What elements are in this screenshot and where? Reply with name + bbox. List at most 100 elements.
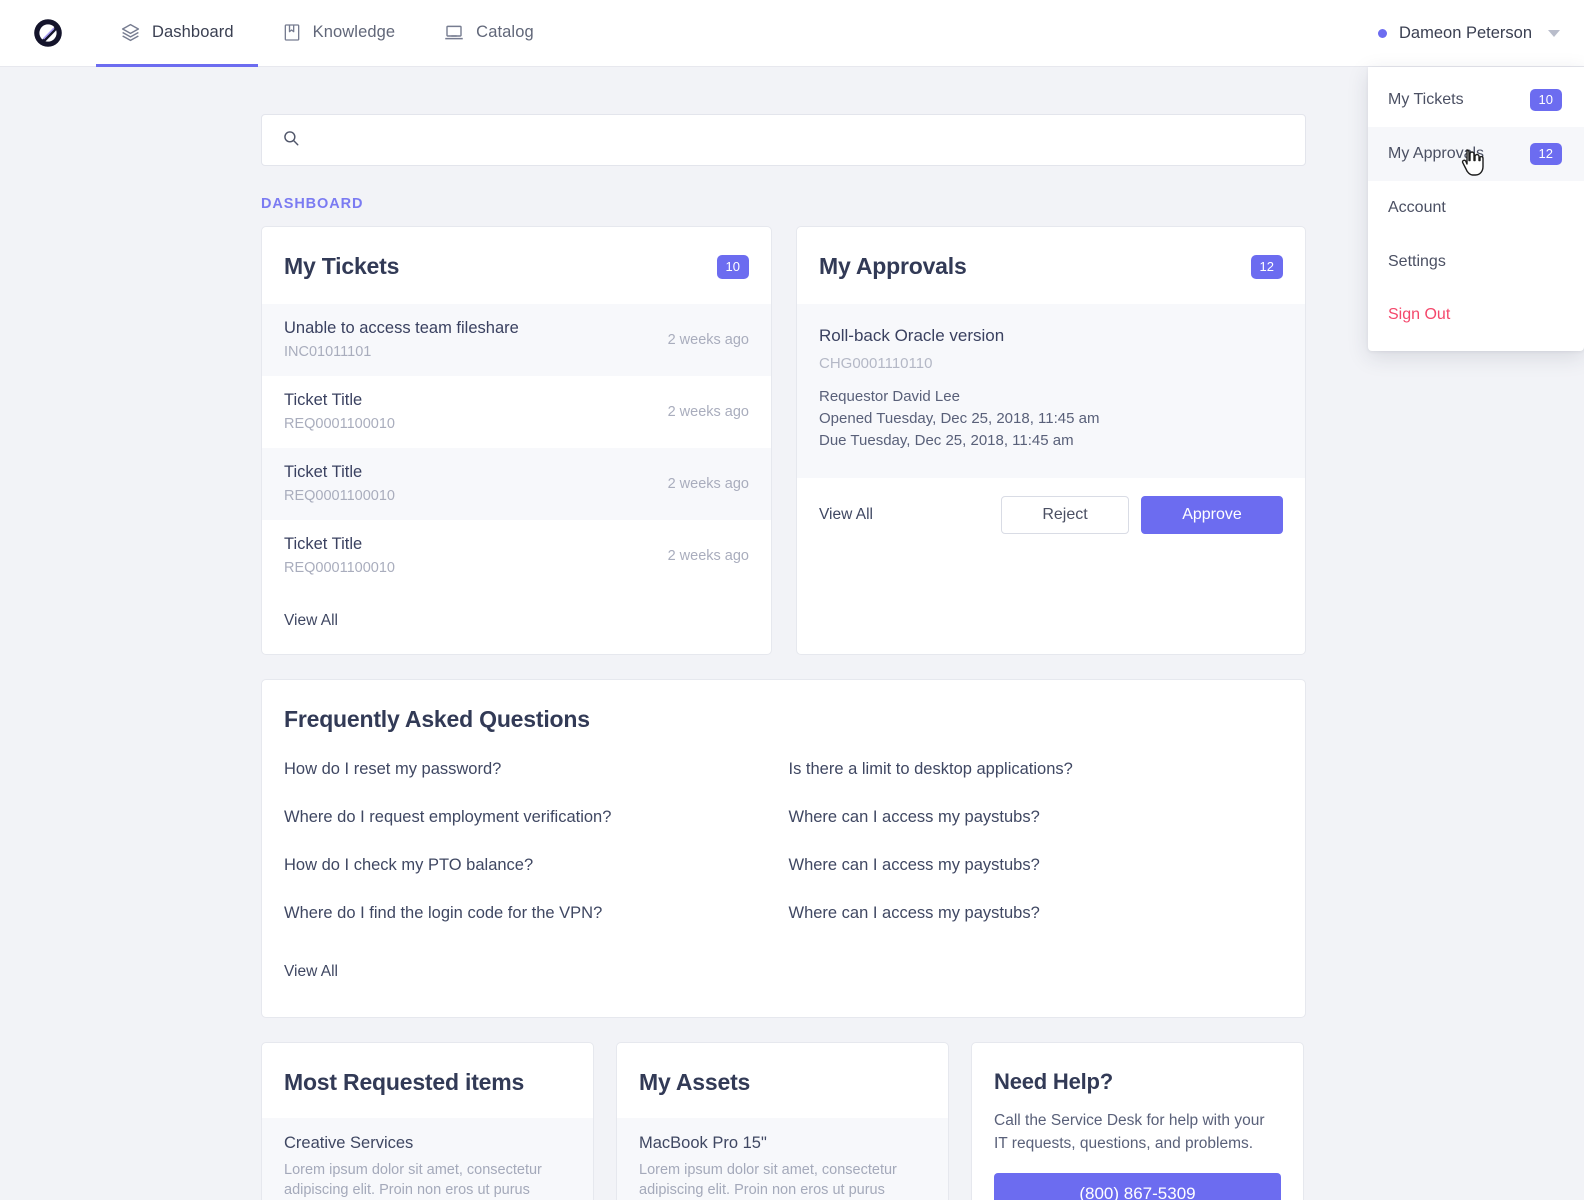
user-menu-trigger[interactable]: Dameon Peterson — [1358, 0, 1584, 66]
user-status-dot — [1378, 28, 1387, 38]
ticket-title: Unable to access team fileshare — [284, 319, 519, 337]
dropdown-item-my-approvals[interactable]: My Approvals 12 — [1368, 127, 1584, 181]
list-item[interactable]: Creative Services Lorem ipsum dolor sit … — [262, 1118, 593, 1200]
my-approvals-card: My Approvals 12 Roll-back Oracle version… — [796, 226, 1306, 655]
faq-link[interactable]: How do I reset my password? — [284, 745, 779, 793]
table-row[interactable]: Ticket Title REQ0001100010 2 weeks ago — [262, 376, 771, 448]
dropdown-item-sign-out[interactable]: Sign Out — [1368, 289, 1584, 341]
item-title: Creative Services — [284, 1134, 414, 1152]
user-dropdown-menu: My Tickets 10 My Approvals 12 Account Se… — [1368, 67, 1584, 351]
rocket-logo-icon — [34, 19, 62, 47]
card-title: Most Requested items — [284, 1069, 525, 1095]
top-navigation-bar: Dashboard Knowledge Catalog Dameon Peter… — [0, 0, 1584, 67]
table-row[interactable]: Ticket Title REQ0001100010 2 weeks ago — [262, 448, 771, 520]
tickets-view-all-link[interactable]: View All — [262, 592, 771, 654]
dropdown-item-label: Sign Out — [1388, 306, 1451, 323]
chevron-down-icon — [1548, 29, 1560, 37]
faq-link[interactable]: Where do I find the login code for the V… — [284, 889, 779, 937]
my-approvals-header: My Approvals 12 — [797, 227, 1305, 304]
layers-icon — [120, 22, 141, 43]
call-service-desk-button[interactable]: (800) 867-5309 — [994, 1173, 1281, 1200]
user-name-label: Dameon Peterson — [1399, 23, 1532, 42]
nav-tab-knowledge[interactable]: Knowledge — [258, 0, 420, 67]
my-tickets-card: My Tickets 10 Unable to access team file… — [261, 226, 772, 655]
laptop-icon — [443, 22, 465, 43]
faq-list: How do I reset my password? Is there a l… — [262, 745, 1305, 937]
table-row[interactable]: Unable to access team fileshare INC01011… — [262, 304, 771, 376]
faq-link[interactable]: Where can I access my paystubs? — [789, 793, 1284, 841]
nav-tab-catalog[interactable]: Catalog — [419, 0, 558, 67]
faq-link[interactable]: Where can I access my paystubs? — [789, 841, 1284, 889]
table-row[interactable]: Ticket Title REQ0001100010 2 weeks ago — [262, 520, 771, 592]
dropdown-badge: 10 — [1529, 89, 1562, 111]
approval-requestor: Requestor David Lee — [819, 388, 960, 405]
breadcrumb[interactable]: DASHBOARD — [261, 196, 1306, 212]
card-title: My Assets — [639, 1069, 751, 1095]
dropdown-item-label: Account — [1388, 199, 1446, 216]
app-logo[interactable] — [0, 0, 96, 66]
ticket-timestamp: 2 weeks ago — [667, 403, 749, 420]
ticket-timestamp: 2 weeks ago — [667, 331, 749, 348]
approval-id: CHG0001110110 — [819, 355, 933, 372]
ticket-title: Ticket Title — [284, 463, 363, 481]
faq-header: Frequently Asked Questions — [262, 680, 1305, 745]
dropdown-item-settings[interactable]: Settings — [1368, 235, 1584, 289]
approval-title: Roll-back Oracle version — [819, 326, 1005, 345]
nav-tab-label: Dashboard — [152, 22, 234, 41]
status-badge: 10 — [716, 254, 749, 279]
card-title: My Tickets — [284, 253, 400, 279]
nav-tab-dashboard[interactable]: Dashboard — [96, 0, 258, 67]
reject-button[interactable]: Reject — [1001, 496, 1129, 534]
my-assets-card: My Assets MacBook Pro 15" Lorem ipsum do… — [616, 1042, 949, 1200]
approvals-view-all-link[interactable]: View All — [819, 506, 873, 524]
global-search-bar[interactable] — [261, 114, 1306, 166]
approval-opened-date: Opened Tuesday, Dec 25, 2018, 11:45 am — [819, 410, 1100, 427]
dropdown-badge: 12 — [1529, 143, 1562, 165]
my-assets-header: My Assets — [617, 1043, 948, 1118]
faq-link[interactable]: Where can I access my paystubs? — [789, 889, 1284, 937]
nav-tab-label: Knowledge — [312, 22, 396, 41]
item-description: Lorem ipsum dolor sit amet, consectetur … — [284, 1162, 542, 1198]
most-requested-card: Most Requested items Creative Services L… — [261, 1042, 594, 1200]
item-title: MacBook Pro 15" — [639, 1134, 767, 1152]
need-help-card: Need Help? Call the Service Desk for hel… — [971, 1042, 1304, 1200]
main-content: DASHBOARD My Tickets 10 Unable to access… — [0, 114, 1584, 1200]
card-title: My Approvals — [819, 253, 967, 279]
dashboard-bottom-row: Most Requested items Creative Services L… — [261, 1042, 1306, 1200]
dropdown-item-label: My Tickets — [1388, 91, 1464, 108]
faq-link[interactable]: How do I check my PTO balance? — [284, 841, 779, 889]
approval-item[interactable]: Roll-back Oracle version CHG0001110110 R… — [797, 304, 1305, 478]
ticket-timestamp: 2 weeks ago — [667, 475, 749, 492]
item-description: Lorem ipsum dolor sit amet, consectetur … — [639, 1162, 897, 1198]
search-icon — [282, 129, 300, 152]
search-input[interactable] — [312, 131, 1285, 149]
most-requested-header: Most Requested items — [262, 1043, 593, 1118]
status-badge: 12 — [1250, 254, 1283, 279]
ticket-timestamp: 2 weeks ago — [667, 547, 749, 564]
card-title: Need Help? — [994, 1069, 1114, 1094]
ticket-title: Ticket Title — [284, 391, 363, 409]
faq-card: Frequently Asked Questions How do I rese… — [261, 679, 1306, 1018]
ticket-title: Ticket Title — [284, 535, 363, 553]
dropdown-item-account[interactable]: Account — [1368, 181, 1584, 235]
dashboard-top-row: My Tickets 10 Unable to access team file… — [261, 226, 1306, 655]
card-title: Frequently Asked Questions — [284, 706, 590, 732]
ticket-id: INC01011101 — [284, 344, 372, 360]
dropdown-item-my-tickets[interactable]: My Tickets 10 — [1368, 73, 1584, 127]
faq-link[interactable]: Is there a limit to desktop applications… — [789, 745, 1284, 793]
approve-button[interactable]: Approve — [1141, 496, 1283, 534]
my-tickets-header: My Tickets 10 — [262, 227, 771, 304]
main-nav-items: Dashboard Knowledge Catalog — [96, 0, 558, 67]
nav-tab-label: Catalog — [476, 22, 534, 41]
list-item[interactable]: MacBook Pro 15" Lorem ipsum dolor sit am… — [617, 1118, 948, 1200]
dropdown-item-label: My Approvals — [1388, 145, 1485, 162]
book-icon — [282, 22, 302, 43]
ticket-id: REQ0001100010 — [284, 488, 395, 504]
faq-view-all-link[interactable]: View All — [262, 937, 1305, 1009]
help-description: Call the Service Desk for help with your… — [994, 1112, 1265, 1152]
dropdown-item-label: Settings — [1388, 253, 1446, 270]
faq-link[interactable]: Where do I request employment verificati… — [284, 793, 779, 841]
approval-due-date: Due Tuesday, Dec 25, 2018, 11:45 am — [819, 432, 1074, 449]
ticket-id: REQ0001100010 — [284, 560, 395, 576]
approval-actions: View All Reject Approve — [797, 478, 1305, 554]
